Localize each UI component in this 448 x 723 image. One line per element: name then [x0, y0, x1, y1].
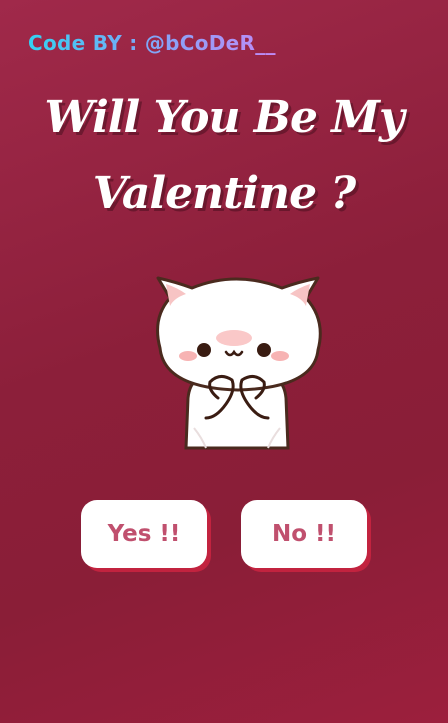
page-title: Will You Be My Valentine ?	[0, 80, 448, 232]
title-line-2: Valentine ?	[92, 168, 356, 219]
yes-button[interactable]: Yes !!	[81, 500, 207, 568]
no-button[interactable]: No !!	[241, 500, 367, 568]
title-line-1: Will You Be My	[44, 92, 404, 143]
author-credit: Code BY : @bCoDeR__	[28, 31, 276, 55]
cute-cat-sticker	[156, 276, 322, 450]
